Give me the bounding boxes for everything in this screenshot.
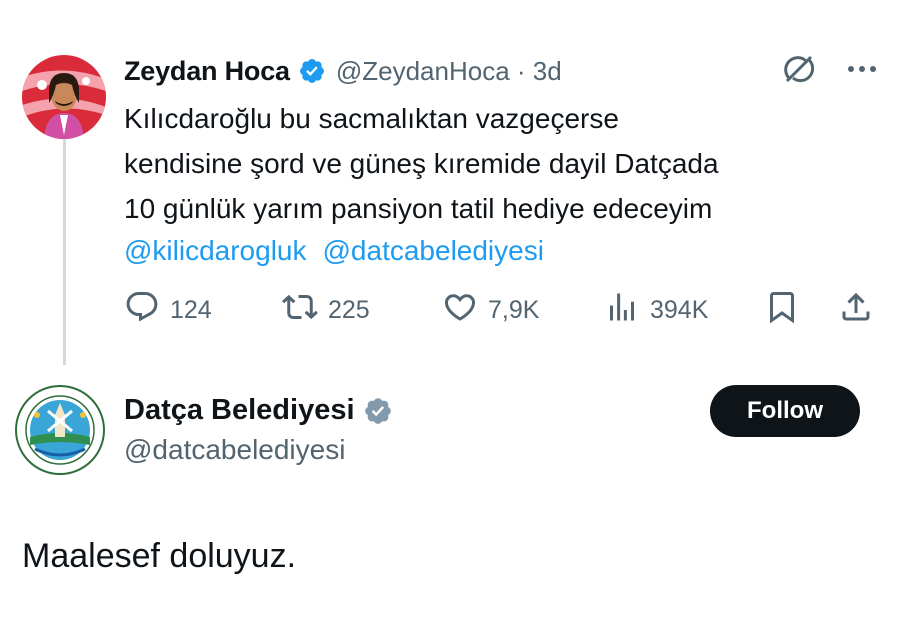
thread-connector-line — [63, 127, 66, 365]
author-name[interactable]: Datça Belediyesi — [124, 394, 355, 427]
reply-button[interactable]: 124 — [124, 290, 212, 330]
follow-button[interactable]: Follow — [710, 385, 860, 437]
like-count: 7,9K — [488, 295, 540, 324]
tweet-text: Kılıcdaroğlu bu sacmalıktan vazgeçerse k… — [124, 103, 719, 224]
reply-author: Datça Belediyesi — [124, 392, 391, 428]
repost-button[interactable]: 225 — [282, 290, 370, 330]
like-button[interactable]: 7,9K — [442, 290, 539, 330]
reply-text: Maalesef doluyuz. — [22, 537, 297, 575]
verified-badge-blue-icon — [298, 57, 326, 85]
mention-link[interactable]: @kilicdarogluk — [124, 235, 307, 266]
views-button[interactable]: 394K — [604, 290, 708, 330]
mention-link[interactable]: @datcabelediyesi — [323, 235, 544, 266]
tweet-header: Zeydan Hoca @ZeydanHoca · 3d — [124, 54, 562, 88]
tweet-mentions: @kilicdarogluk @datcabelediyesi — [124, 228, 560, 273]
reply-count: 124 — [170, 295, 212, 324]
heart-icon — [442, 289, 478, 332]
avatar[interactable] — [22, 55, 106, 139]
author-name[interactable]: Zeydan Hoca — [124, 56, 290, 87]
repost-count: 225 — [328, 295, 370, 324]
bookmark-icon — [764, 289, 800, 332]
author-handle-time[interactable]: @ZeydanHoca · 3d — [336, 56, 562, 87]
views-icon — [604, 289, 640, 332]
tweet-top-actions — [782, 52, 878, 86]
author-handle[interactable]: @datcabelediyesi — [124, 434, 345, 466]
grok-icon[interactable] — [782, 52, 816, 86]
verified-badge-gray-icon — [363, 396, 391, 424]
reply-icon — [124, 289, 160, 332]
tweet-action-bar: 124 225 7,9K 394K — [124, 290, 884, 330]
avatar[interactable] — [15, 385, 105, 475]
views-count: 394K — [650, 295, 709, 324]
more-options-icon[interactable] — [848, 64, 878, 74]
repost-icon — [282, 289, 318, 332]
bookmark-button[interactable] — [764, 290, 800, 330]
share-button[interactable] — [838, 290, 874, 330]
share-icon — [838, 289, 874, 332]
